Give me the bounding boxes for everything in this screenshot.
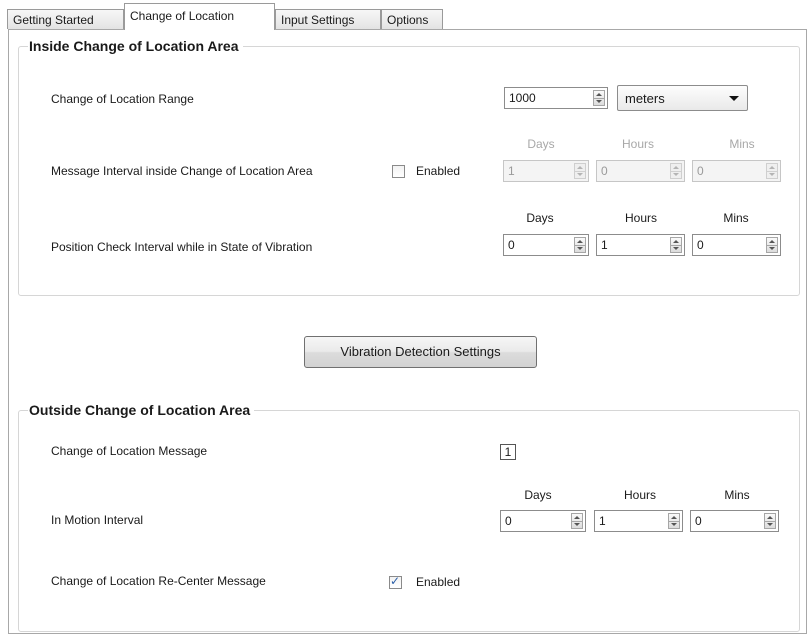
motion-interval-label: In Motion Interval: [51, 513, 144, 527]
message-interval-enabled-checkbox[interactable]: [392, 165, 405, 178]
message-interval-days-spinner[interactable]: [574, 163, 586, 179]
up-arrow-icon: [577, 166, 583, 169]
up-arrow-icon: [767, 516, 773, 519]
motion-interval-days-header: Days: [524, 488, 552, 502]
range-value: 1000: [509, 91, 536, 105]
down-arrow-icon: [767, 523, 773, 526]
range-spinner[interactable]: [593, 90, 605, 106]
message-interval-hours-input[interactable]: 0: [596, 160, 685, 182]
motion-interval-mins-value: 0: [695, 514, 702, 528]
tab-options[interactable]: Options: [381, 9, 443, 29]
up-arrow-icon: [673, 166, 679, 169]
position-check-mins-value: 0: [697, 238, 704, 252]
location-message-label: Change of Location Message: [51, 444, 208, 458]
message-interval-mins-spinner[interactable]: [766, 163, 778, 179]
motion-interval-hours-input[interactable]: 1: [594, 510, 683, 532]
message-interval-days-header: Days: [527, 137, 555, 151]
motion-interval-hours-spinner[interactable]: [668, 513, 680, 529]
up-arrow-icon: [574, 516, 580, 519]
message-interval-hours-spinner[interactable]: [670, 163, 682, 179]
tab-input-settings[interactable]: Input Settings: [275, 9, 381, 29]
message-interval-hours-header: Hours: [621, 137, 654, 151]
inside-area-title: Inside Change of Location Area: [28, 38, 243, 54]
range-unit-select[interactable]: meters: [617, 85, 748, 111]
down-arrow-icon: [769, 173, 775, 176]
motion-interval-mins-spinner[interactable]: [764, 513, 776, 529]
up-arrow-icon: [769, 240, 775, 243]
down-arrow-icon: [673, 173, 679, 176]
up-arrow-icon: [673, 240, 679, 243]
message-interval-days-value: 1: [508, 164, 515, 178]
up-arrow-icon: [577, 240, 583, 243]
location-message-count: 1: [500, 444, 516, 460]
message-interval-days-input[interactable]: 1: [503, 160, 589, 182]
position-check-hours-spinner[interactable]: [670, 237, 682, 253]
position-check-hours-value: 1: [601, 238, 608, 252]
chevron-down-icon: [729, 96, 739, 101]
message-interval-mins-input[interactable]: 0: [692, 160, 781, 182]
position-check-days-value: 0: [508, 238, 515, 252]
range-input[interactable]: 1000: [504, 87, 608, 109]
up-arrow-icon: [769, 166, 775, 169]
down-arrow-icon: [577, 247, 583, 250]
tab-change-of-location[interactable]: Change of Location: [124, 3, 275, 30]
position-check-mins-spinner[interactable]: [766, 237, 778, 253]
recenter-enabled-label: Enabled: [416, 575, 461, 589]
down-arrow-icon: [574, 523, 580, 526]
position-check-hours-input[interactable]: 1: [596, 234, 685, 256]
down-arrow-icon: [577, 173, 583, 176]
range-unit-value: meters: [625, 91, 665, 106]
down-arrow-icon: [769, 247, 775, 250]
vibration-detection-settings-button[interactable]: Vibration Detection Settings: [304, 336, 537, 368]
message-interval-mins-value: 0: [697, 164, 704, 178]
motion-interval-hours-header: Hours: [623, 488, 656, 502]
motion-interval-days-value: 0: [505, 514, 512, 528]
motion-interval-mins-input[interactable]: 0: [690, 510, 779, 532]
checkmark-icon: ✓: [390, 574, 401, 588]
down-arrow-icon: [596, 100, 602, 103]
down-arrow-icon: [671, 523, 677, 526]
position-check-hours-header: Hours: [624, 211, 657, 225]
position-check-label: Position Check Interval while in State o…: [51, 240, 313, 254]
message-interval-mins-header: Mins: [729, 137, 755, 151]
position-check-mins-input[interactable]: 0: [692, 234, 781, 256]
recenter-enabled-checkbox[interactable]: ✓: [389, 574, 402, 589]
motion-interval-mins-header: Mins: [724, 488, 750, 502]
down-arrow-icon: [673, 247, 679, 250]
message-interval-hours-value: 0: [601, 164, 608, 178]
message-interval-enabled-label: Enabled: [416, 164, 461, 178]
position-check-mins-header: Mins: [723, 211, 749, 225]
position-check-days-header: Days: [526, 211, 554, 225]
motion-interval-days-input[interactable]: 0: [500, 510, 586, 532]
tab-getting-started[interactable]: Getting Started: [7, 9, 124, 29]
message-interval-label: Message Interval inside Change of Locati…: [51, 164, 313, 178]
up-arrow-icon: [671, 516, 677, 519]
range-label: Change of Location Range: [51, 92, 194, 106]
motion-interval-hours-value: 1: [599, 514, 606, 528]
recenter-message-label: Change of Location Re-Center Message: [51, 574, 266, 588]
outside-area-title: Outside Change of Location Area: [28, 402, 255, 418]
position-check-days-input[interactable]: 0: [503, 234, 589, 256]
position-check-days-spinner[interactable]: [574, 237, 586, 253]
motion-interval-days-spinner[interactable]: [571, 513, 583, 529]
up-arrow-icon: [596, 93, 602, 96]
